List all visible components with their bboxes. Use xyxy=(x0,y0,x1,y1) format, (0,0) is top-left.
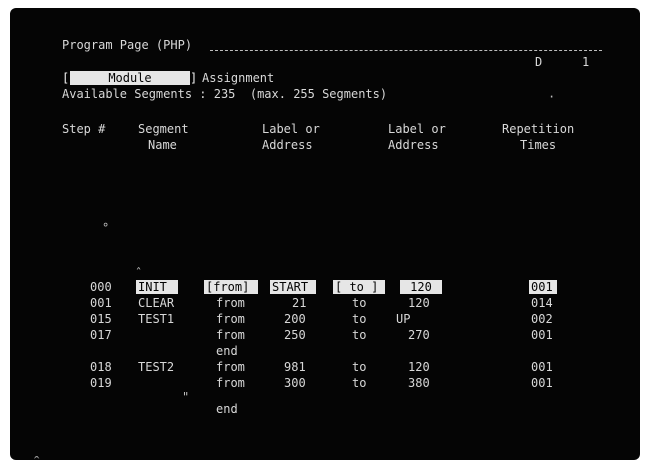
row-from: from xyxy=(216,328,245,342)
row-segment: CLEAR xyxy=(138,296,175,310)
to-field[interactable]: [ to ] xyxy=(333,280,385,294)
row-step: 015 xyxy=(90,312,112,326)
mode-bracket-close: ] xyxy=(190,71,198,85)
label2-field[interactable]: 120 xyxy=(400,280,442,294)
column-label2: Label or xyxy=(388,122,446,136)
screen-speck: " xyxy=(182,390,190,404)
row-step: 017 xyxy=(90,328,112,342)
row-to: to xyxy=(352,360,367,374)
row-label1: 250 xyxy=(284,328,306,342)
column-step: Step # xyxy=(62,122,106,136)
row-step: 001 xyxy=(90,296,112,310)
row-from: from xyxy=(216,296,245,310)
screen-speck: · xyxy=(548,90,556,104)
column-segment: Segment xyxy=(138,122,189,136)
row-segment: TEST2 xyxy=(138,360,175,374)
column-segment-name: Name xyxy=(148,138,177,152)
mode-bracket-open: [ xyxy=(62,71,70,85)
row-from: from xyxy=(216,360,245,374)
row-label1: 981 xyxy=(284,360,306,374)
row-repetition: 002 xyxy=(531,312,553,326)
row-repetition: 001 xyxy=(531,376,553,390)
column-label1: Label or xyxy=(262,122,320,136)
module-option[interactable]: Module xyxy=(70,71,190,85)
row-label1: 21 xyxy=(292,296,307,310)
row-from: from xyxy=(216,312,245,326)
row-repetition: 001 xyxy=(531,360,553,374)
assignment-option[interactable]: Assignment xyxy=(202,71,274,85)
available-segments: Available Segments : 235 (max. 255 Segme… xyxy=(62,87,388,101)
row-label2: UP xyxy=(396,312,411,326)
cursor-dot: ° xyxy=(102,221,110,235)
screen-speck: ˆ xyxy=(135,266,143,280)
row-label2: 380 xyxy=(408,376,430,390)
row-to: to xyxy=(352,376,367,390)
row-from: from xyxy=(216,376,245,390)
row-to: to xyxy=(352,328,367,342)
from-field[interactable]: [from] xyxy=(204,280,258,294)
header-divider xyxy=(210,50,602,51)
row-segment: TEST1 xyxy=(138,312,175,326)
page-title: Program Page (PHP) xyxy=(62,38,193,52)
row-label2: 120 xyxy=(408,296,430,310)
frame-mark: ˆ xyxy=(34,454,40,466)
page-indicator-b: 1 xyxy=(582,55,590,69)
column-label2-address: Address xyxy=(388,138,439,152)
row-to: to xyxy=(352,312,367,326)
row-to: to xyxy=(352,296,367,310)
column-repetition: Repetition xyxy=(502,122,575,136)
row-repetition: 014 xyxy=(531,296,553,310)
row-label2: 270 xyxy=(408,328,430,342)
crt-screen: Program Page (PHP) D 1 [ Module ] Assign… xyxy=(10,8,640,460)
label1-field[interactable]: START xyxy=(270,280,316,294)
row-label1: 300 xyxy=(284,376,306,390)
row-step: 018 xyxy=(90,360,112,374)
row-segment-field[interactable]: INIT xyxy=(136,280,178,294)
row-label2: 120 xyxy=(408,360,430,374)
row-end: end xyxy=(216,402,238,416)
page-indicator-a: D xyxy=(535,55,543,69)
repetition-field[interactable]: 001 xyxy=(529,280,557,294)
row-step: 000 xyxy=(90,280,112,294)
row-end: end xyxy=(216,344,238,358)
column-label1-address: Address xyxy=(262,138,313,152)
column-repetition-times: Times xyxy=(520,138,557,152)
row-label1: 200 xyxy=(284,312,306,326)
photo-frame: Program Page (PHP) D 1 [ Module ] Assign… xyxy=(0,0,650,466)
row-step: 019 xyxy=(90,376,112,390)
row-repetition: 001 xyxy=(531,328,553,342)
